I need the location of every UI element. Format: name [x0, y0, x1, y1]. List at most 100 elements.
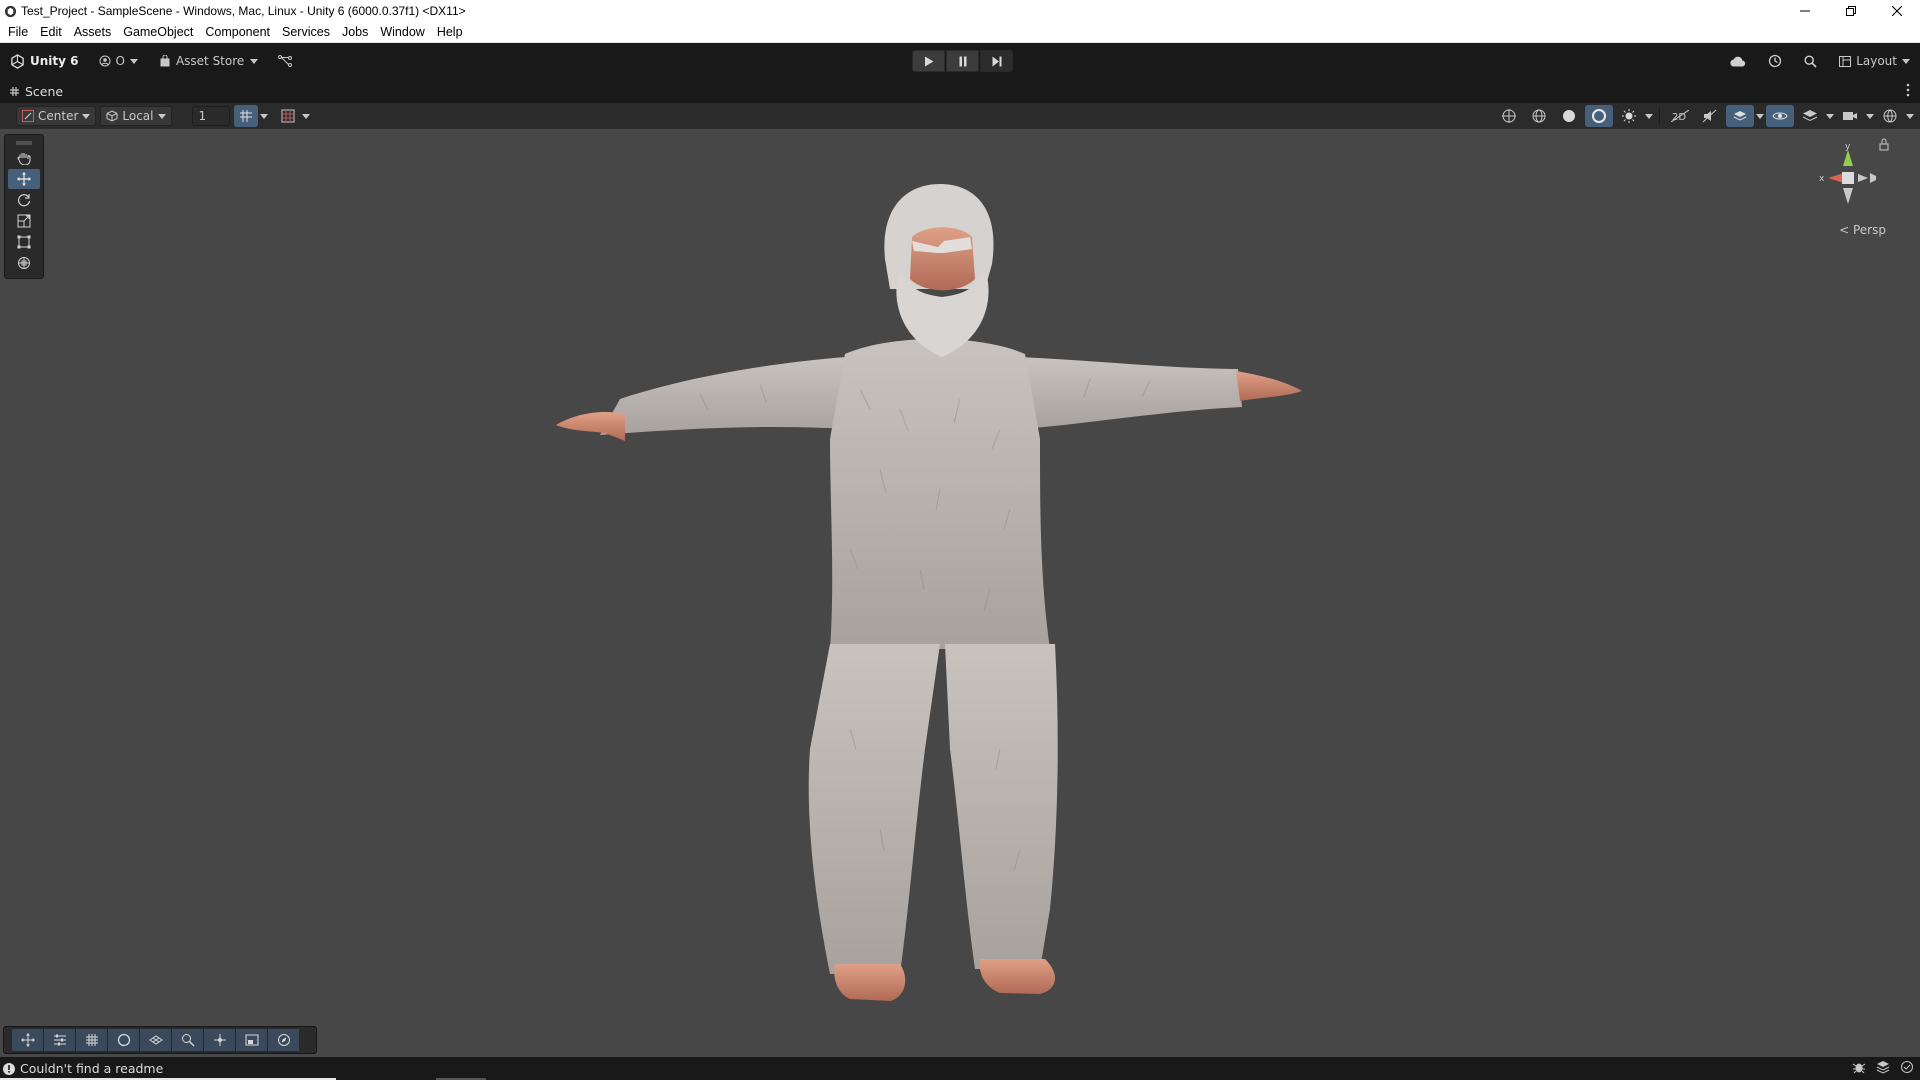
- overlay-grid-button[interactable]: [76, 1029, 107, 1051]
- minimize-button[interactable]: [1782, 0, 1828, 22]
- rotate-tool-button[interactable]: [8, 190, 40, 210]
- navmesh-icon: [148, 1035, 163, 1045]
- play-button[interactable]: [912, 50, 945, 72]
- effects-toggle[interactable]: [1726, 105, 1754, 127]
- overlay-camera-button[interactable]: [236, 1029, 267, 1051]
- scene-visibility-toggle[interactable]: [1766, 105, 1794, 127]
- shaded-button[interactable]: [1555, 105, 1583, 127]
- scale-icon: [17, 214, 31, 228]
- history-icon[interactable]: [1768, 54, 1782, 68]
- restore-button[interactable]: [1828, 0, 1874, 22]
- overlay-orbit-button[interactable]: [108, 1029, 139, 1051]
- menu-file[interactable]: File: [2, 22, 34, 43]
- grid-increment-field[interactable]: 1: [191, 106, 230, 126]
- more-options-icon[interactable]: [1906, 83, 1910, 97]
- space-label: Local: [122, 109, 154, 123]
- debug-bug-icon[interactable]: [1852, 1060, 1866, 1074]
- orbit-icon: [117, 1033, 130, 1047]
- gizmo-orientation-toggle[interactable]: [1495, 105, 1523, 127]
- asset-store-dropdown[interactable]: Asset Store: [160, 54, 259, 68]
- menu-edit[interactable]: Edit: [34, 22, 68, 43]
- chevron-down-icon[interactable]: [1906, 113, 1914, 119]
- menu-services[interactable]: Services: [276, 22, 336, 43]
- overlay-grip[interactable]: [5, 139, 43, 147]
- overlay-compass-button[interactable]: [268, 1029, 299, 1051]
- chevron-down-icon[interactable]: [1866, 113, 1874, 119]
- chevron-down-icon[interactable]: [1645, 113, 1653, 119]
- eye-icon: [1772, 112, 1788, 120]
- grid-snap-toggle[interactable]: [233, 105, 258, 127]
- layers-dropdown[interactable]: [1796, 105, 1824, 127]
- move-tool-button[interactable]: [8, 169, 40, 189]
- lighting-toggle[interactable]: [1615, 105, 1643, 127]
- lock-icon[interactable]: [1879, 138, 1889, 151]
- chevron-down-icon[interactable]: [1756, 113, 1764, 119]
- main-toolbar: Unity 6 O Asset Store Layout: [0, 43, 1920, 79]
- overlay-zoom-button[interactable]: [172, 1029, 203, 1051]
- menu-gameobject[interactable]: GameObject: [117, 22, 199, 43]
- pivot-dropdown[interactable]: Center: [16, 106, 97, 126]
- scale-tool-button[interactable]: [8, 211, 40, 231]
- account-icon: [99, 55, 110, 67]
- gizmos-globe-icon: [1883, 109, 1897, 123]
- restore-icon: [1846, 6, 1856, 16]
- camera-preview-icon: [245, 1034, 258, 1046]
- check-circle-icon[interactable]: [1900, 1060, 1914, 1074]
- move-arrows-icon: [20, 1033, 35, 1047]
- audio-toggle[interactable]: [1696, 105, 1724, 127]
- projection-toggle[interactable]: < Persp: [1839, 223, 1886, 237]
- 2d-toggle[interactable]: 2D: [1666, 105, 1694, 127]
- chevron-down-icon[interactable]: [1826, 113, 1834, 119]
- chevron-down-icon[interactable]: [301, 113, 310, 119]
- overlay-navmesh-button[interactable]: [140, 1029, 171, 1051]
- transform-all-icon: [18, 257, 30, 269]
- local-cube-icon: [106, 110, 118, 122]
- transform-tool-button[interactable]: [8, 253, 40, 273]
- toolbar-divider: [1659, 107, 1660, 125]
- version-control-button[interactable]: [278, 55, 293, 67]
- menu-component[interactable]: Component: [199, 22, 276, 43]
- space-dropdown[interactable]: Local: [100, 106, 172, 126]
- console-status[interactable]: Couldn't find a readme: [3, 1061, 163, 1076]
- yeti-right-arm: [1020, 357, 1242, 429]
- yeti-character-model[interactable]: [0, 129, 1920, 1057]
- zoom-icon: [181, 1034, 194, 1047]
- pivot-label: Center: [38, 109, 79, 123]
- overlay-pivot-button[interactable]: [204, 1029, 235, 1051]
- gizmos-dropdown[interactable]: [1876, 105, 1904, 127]
- scene-view[interactable]: y x < Persp: [0, 129, 1920, 1057]
- sliders-icon: [53, 1034, 66, 1046]
- tab-scene[interactable]: Scene: [10, 84, 63, 99]
- layers-stack-icon[interactable]: [1876, 1060, 1890, 1074]
- yeti-right-hand: [1236, 371, 1302, 401]
- overlay-sliders-button[interactable]: [44, 1029, 75, 1051]
- cloud-icon[interactable]: [1730, 56, 1746, 67]
- close-window-button[interactable]: [1874, 0, 1920, 22]
- grid-hash-icon: [10, 86, 19, 96]
- rect-tool-button[interactable]: [8, 232, 40, 252]
- hand-tool-button[interactable]: [8, 148, 40, 168]
- camera-settings-dropdown[interactable]: [1836, 105, 1864, 127]
- tab-scene-label: Scene: [25, 83, 64, 99]
- chevron-down-icon[interactable]: [259, 113, 268, 119]
- account-dropdown[interactable]: O: [99, 54, 138, 68]
- step-button[interactable]: [980, 50, 1013, 72]
- menu-bar: File Edit Assets GameObject Component Se…: [0, 22, 1920, 43]
- menu-jobs[interactable]: Jobs: [336, 22, 374, 43]
- unity-home-button[interactable]: Unity 6: [10, 53, 79, 69]
- window-title: Test_Project - SampleScene - Windows, Ma…: [21, 4, 466, 18]
- increment-snap-toggle[interactable]: [276, 105, 300, 127]
- sun-icon: [1622, 109, 1636, 123]
- unity-logo-icon: [11, 53, 24, 69]
- search-icon[interactable]: [1804, 54, 1817, 68]
- shaded-wireframe-button[interactable]: [1585, 105, 1613, 127]
- scene-overlay-toolbar: [3, 1026, 317, 1054]
- overlay-move-button[interactable]: [12, 1029, 43, 1051]
- wireframe-shading-button[interactable]: [1525, 105, 1553, 127]
- unity-app-icon: [4, 5, 17, 17]
- layout-dropdown[interactable]: Layout: [1839, 54, 1910, 68]
- menu-assets[interactable]: Assets: [68, 22, 118, 43]
- menu-window[interactable]: Window: [374, 22, 430, 43]
- pause-button[interactable]: [946, 50, 979, 72]
- menu-help[interactable]: Help: [431, 22, 469, 43]
